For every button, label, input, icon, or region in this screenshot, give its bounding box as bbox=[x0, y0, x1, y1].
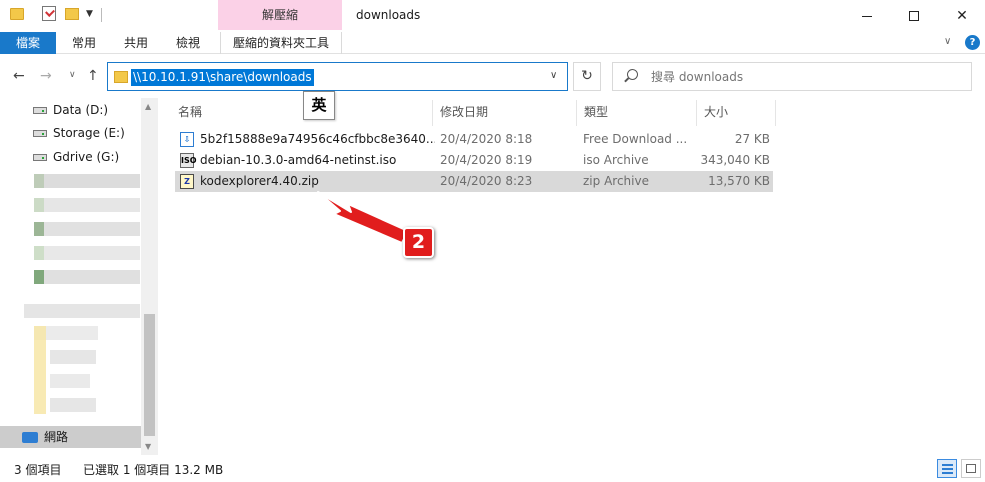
selection-info: 已選取 1 個項目 13.2 MB bbox=[83, 463, 224, 477]
details-view-icon bbox=[942, 464, 953, 466]
step-badge: 2 bbox=[403, 227, 434, 258]
annotation-arrow bbox=[317, 191, 409, 244]
details-view-button[interactable] bbox=[937, 459, 957, 478]
large-icons-view-icon bbox=[966, 464, 976, 473]
item-count: 3 個項目 bbox=[14, 463, 62, 477]
large-icons-view-button[interactable] bbox=[961, 459, 981, 478]
arrow-shape bbox=[317, 191, 409, 244]
status-bar: 3 個項目 已選取 1 個項目 13.2 MB bbox=[0, 455, 985, 482]
